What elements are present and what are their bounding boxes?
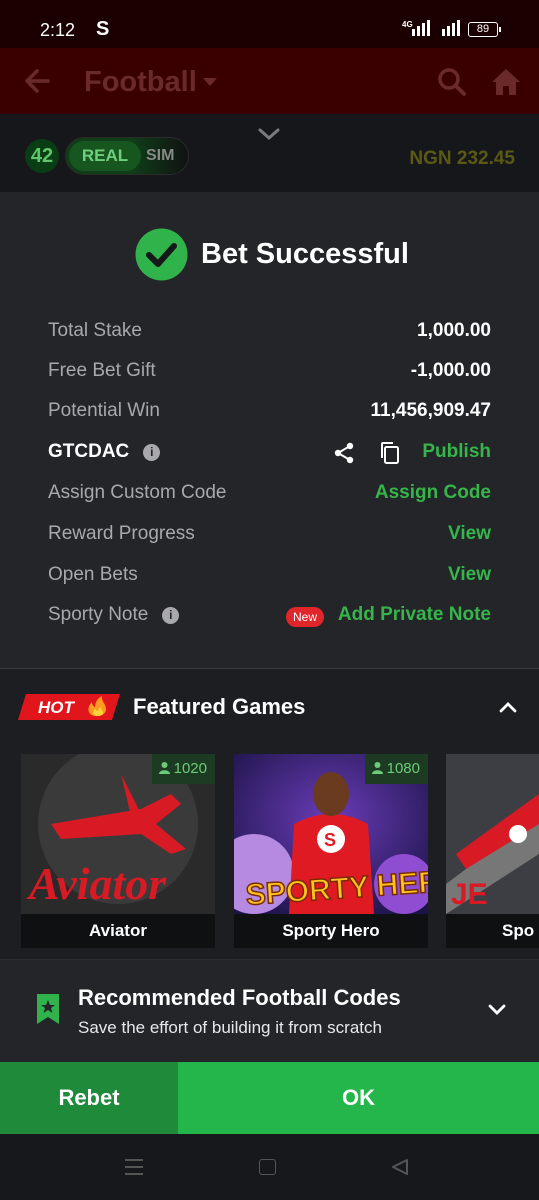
row-label: Open Bets	[48, 564, 138, 585]
row-label: Assign Custom Code	[48, 482, 227, 503]
info-icon[interactable]: i	[143, 444, 161, 461]
game-card-sporty-hero[interactable]: S SPORTY HERO 1080 Sporty Hero	[234, 754, 428, 948]
copy-icon[interactable]	[379, 441, 401, 465]
open-bets-view-link[interactable]: View	[448, 564, 491, 586]
rebet-button[interactable]: Rebet	[0, 1062, 178, 1134]
recommended-title: Recommended Football Codes	[78, 985, 401, 1010]
game-card-sporty-jet[interactable]: JE Spo	[446, 754, 539, 948]
row-label: Free Bet Gift	[48, 360, 156, 381]
booking-code-label: GTCDAC i	[48, 441, 161, 463]
reward-progress-row: Reward Progress View	[48, 523, 491, 551]
open-bets-row: Open Bets View	[48, 564, 491, 592]
game-name: Sporty Hero	[234, 914, 428, 948]
assign-code-link[interactable]: Assign Code	[375, 482, 491, 504]
status-time: 2:12	[40, 20, 76, 40]
featured-games-title: Featured Games	[133, 694, 306, 719]
row-value: 11,456,909.47	[370, 400, 491, 421]
app-bar: Football	[0, 48, 539, 114]
booking-code-row: GTCDAC i Publish	[48, 441, 491, 469]
game-name: Aviator	[21, 914, 215, 948]
status-bar: 2:12 S 4G 89	[0, 0, 539, 48]
search-icon[interactable]	[437, 67, 467, 97]
share-icon[interactable]	[333, 442, 355, 464]
ok-button[interactable]: OK	[178, 1062, 539, 1134]
signal-icon	[400, 20, 460, 36]
user-icon	[158, 762, 170, 774]
sporty-note-label: Sporty Note i	[48, 604, 180, 626]
toggle-sim[interactable]: SIM	[146, 147, 174, 165]
back-arrow-icon[interactable]	[22, 64, 52, 98]
chevron-down-icon[interactable]	[487, 1003, 507, 1017]
app-notification-icon: S	[96, 18, 110, 40]
check-circle-icon	[135, 228, 188, 281]
info-icon[interactable]: i	[162, 607, 180, 624]
row-value: -1,000.00	[410, 360, 491, 381]
chevron-down-icon[interactable]	[203, 78, 217, 86]
publish-link[interactable]: Publish	[422, 441, 491, 463]
recent-apps-icon[interactable]	[124, 1158, 144, 1176]
chevron-up-icon[interactable]	[498, 700, 518, 714]
sporty-note-row: Sporty Note i New Add Private Note	[48, 604, 491, 632]
battery-icon: 89	[468, 22, 501, 37]
success-title: Bet Successful	[201, 238, 409, 270]
add-private-note-link[interactable]: Add Private Note	[338, 604, 491, 626]
bookmark-star-icon	[37, 994, 59, 1024]
svg-text:Aviator: Aviator	[26, 858, 167, 909]
game-name: Spo	[446, 914, 539, 948]
row-value: 1,000.00	[417, 320, 491, 341]
reward-view-link[interactable]: View	[448, 523, 491, 545]
sporty-jet-artwork: JE	[446, 754, 539, 914]
row-label: Total Stake	[48, 320, 142, 341]
svg-text:JE: JE	[451, 878, 488, 911]
user-icon	[371, 762, 383, 774]
toggle-real[interactable]: REAL	[69, 141, 141, 171]
row-label: Potential Win	[48, 400, 160, 421]
hot-badge: HOT	[18, 694, 120, 720]
recommended-codes-section[interactable]	[0, 960, 539, 1062]
row-label: Reward Progress	[48, 523, 195, 544]
player-count: 1080	[364, 754, 428, 784]
hot-label: HOT	[38, 698, 76, 717]
booking-code: GTCDAC	[48, 441, 130, 462]
recommended-subtitle: Save the effort of building it from scra…	[78, 1018, 382, 1037]
row-label: Sporty Note	[48, 604, 149, 625]
potential-win-row: Potential Win 11,456,909.47	[48, 400, 491, 428]
real-sim-toggle[interactable]: REAL SIM	[65, 137, 189, 175]
assign-code-row: Assign Custom Code Assign Code	[48, 482, 491, 510]
account-balance: NGN 232.45	[409, 148, 515, 169]
home-button-icon[interactable]	[259, 1159, 276, 1175]
back-triangle-icon[interactable]	[390, 1158, 410, 1176]
bet-count-badge[interactable]: 42	[25, 139, 59, 173]
game-card-aviator[interactable]: Aviator 1020 Aviator	[21, 754, 215, 948]
free-bet-gift-row: Free Bet Gift -1,000.00	[48, 360, 491, 388]
home-icon[interactable]	[490, 66, 522, 98]
new-badge: New	[285, 607, 324, 627]
player-count: 1020	[151, 754, 215, 784]
page-title[interactable]: Football	[84, 66, 197, 99]
svg-text:S: S	[324, 830, 336, 850]
chevron-down-icon[interactable]	[257, 124, 281, 144]
total-stake-row: Total Stake 1,000.00	[48, 320, 491, 348]
account-bar: 42 REAL SIM NGN 232.45	[0, 114, 539, 192]
